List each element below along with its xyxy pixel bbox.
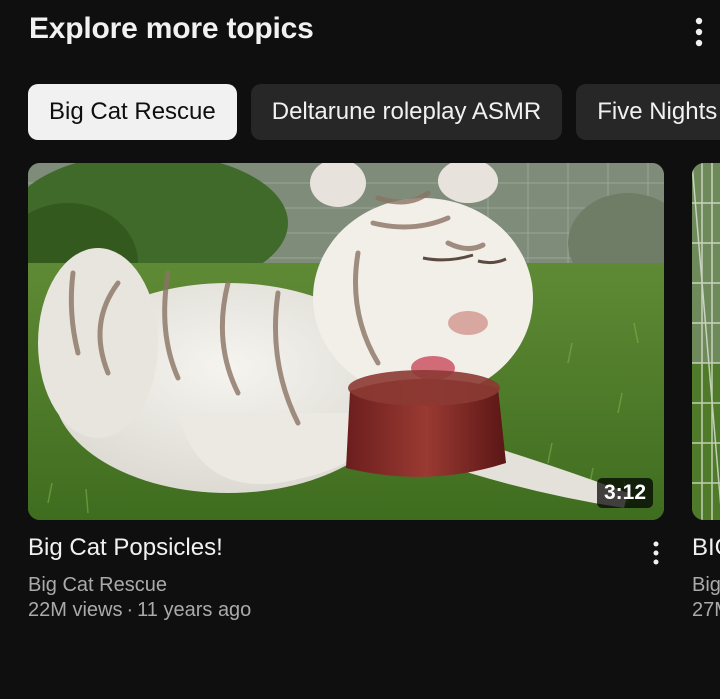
video-info: BIG Big 27M — [692, 520, 720, 640]
section-header: Explore more topics — [29, 10, 720, 50]
chip-five-nights[interactable]: Five Nights — [576, 84, 720, 140]
chip-big-cat-rescue[interactable]: Big Cat Rescue — [28, 84, 237, 140]
video-channel-name[interactable]: Big Cat Rescue — [28, 574, 167, 597]
video-info: Big Cat Popsicles! Big Cat Rescue 22M vi… — [28, 520, 664, 640]
video-card[interactable]: 3:12 Big Cat Popsicles! Big Cat Rescue 2… — [28, 163, 664, 640]
more-vert-icon — [695, 17, 703, 47]
video-channel-name[interactable]: Big — [692, 574, 720, 597]
video-view-count: 22M views — [28, 599, 123, 621]
video-title[interactable]: Big Cat Popsicles! — [28, 534, 223, 562]
section-more-button[interactable] — [679, 12, 719, 52]
video-more-button[interactable] — [643, 536, 669, 570]
fence-enclosure-thumbnail-image — [692, 163, 720, 520]
chip-deltarune-roleplay-asmr[interactable]: Deltarune roleplay ASMR — [250, 84, 563, 140]
explore-more-topics-page: Explore more topics Big Cat Rescue Delta… — [0, 0, 720, 699]
video-card[interactable]: BIG Big 27M — [692, 163, 720, 640]
video-upload-age: 11 years ago — [137, 599, 252, 621]
metadata-separator: · — [126, 599, 134, 621]
video-title[interactable]: BIG — [692, 534, 720, 562]
video-metadata: 22M views · 11 years ago — [28, 599, 251, 622]
video-view-count: 27M — [692, 599, 720, 621]
more-vert-icon — [653, 541, 659, 565]
topic-chips-row: Big Cat Rescue Deltarune roleplay ASMR F… — [28, 84, 720, 140]
video-duration-badge: 3:12 — [596, 478, 653, 508]
white-tiger-thumbnail-image — [28, 163, 664, 520]
section-title: Explore more topics — [29, 12, 314, 45]
video-thumbnail[interactable] — [692, 163, 720, 520]
video-thumbnail[interactable]: 3:12 — [28, 163, 664, 520]
